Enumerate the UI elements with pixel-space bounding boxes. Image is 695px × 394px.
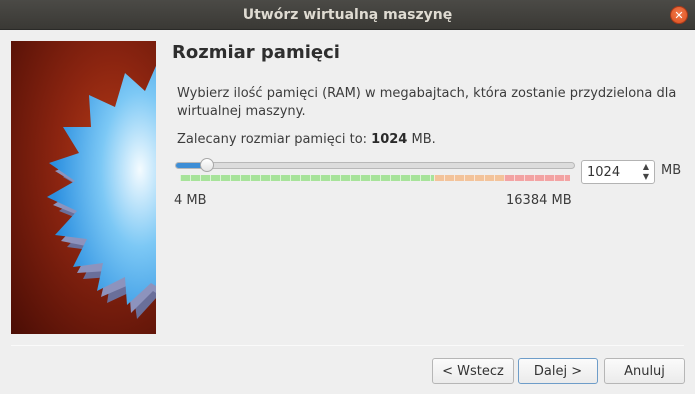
memory-range-indicator — [180, 175, 570, 181]
memory-unit-label: MB — [661, 163, 682, 178]
close-icon: ✕ — [674, 8, 684, 22]
page-description: Wybierz ilość pamięci (RAM) w megabajtac… — [177, 86, 677, 119]
recommend-suffix: MB. — [407, 132, 436, 147]
button-separator — [11, 345, 684, 346]
cancel-button[interactable]: Anuluj — [604, 358, 685, 384]
spin-arrows[interactable]: ▲ ▼ — [640, 162, 652, 182]
recommended-memory-value: 1024 — [371, 132, 408, 147]
recommended-memory-text: Zalecany rozmiar pamięci to: 1024 MB. — [177, 132, 436, 147]
close-button[interactable]: ✕ — [670, 6, 688, 24]
memory-range-warning — [433, 175, 504, 181]
wizard-banner-image — [11, 41, 156, 334]
virtualbox-starburst-logo — [47, 65, 156, 319]
memory-spinbox[interactable]: ▲ ▼ — [581, 160, 655, 184]
back-button[interactable]: < Wstecz — [432, 358, 514, 384]
memory-range-safe — [180, 175, 434, 181]
window-titlebar: Utwórz wirtualną maszynę ✕ — [0, 0, 695, 30]
memory-min-label: 4 MB — [174, 193, 207, 208]
page-title: Rozmiar pamięci — [172, 42, 340, 63]
memory-range-danger — [503, 175, 570, 181]
next-button[interactable]: Dalej > — [518, 358, 598, 384]
memory-size-input[interactable] — [582, 162, 638, 182]
recommend-prefix: Zalecany rozmiar pamięci to: — [177, 132, 372, 147]
memory-slider-handle[interactable] — [200, 158, 214, 172]
memory-max-label: 16384 MB — [506, 193, 572, 208]
window-title: Utwórz wirtualną maszynę — [242, 6, 453, 23]
spin-down-icon[interactable]: ▼ — [640, 172, 652, 182]
spin-up-icon[interactable]: ▲ — [640, 162, 652, 172]
memory-slider-track[interactable] — [175, 162, 575, 169]
